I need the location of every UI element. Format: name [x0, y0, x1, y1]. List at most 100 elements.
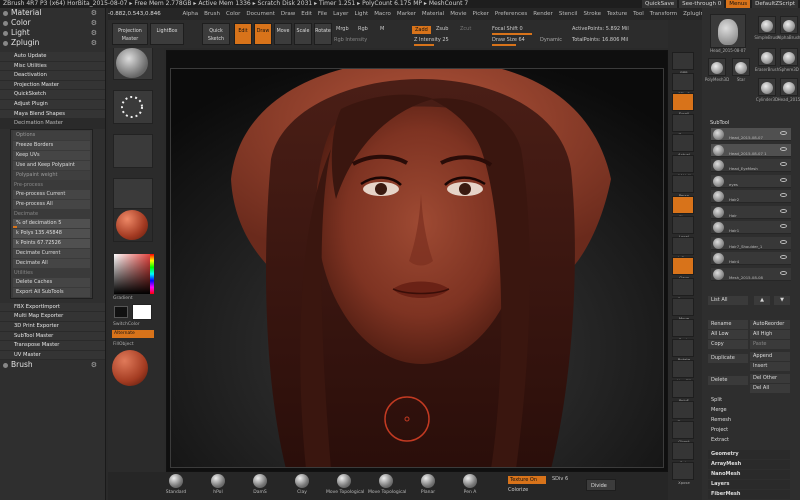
menu-document[interactable]: Document: [246, 11, 275, 17]
subtool-row[interactable]: Head_2015-08-07 1: [711, 143, 791, 157]
tool-slot[interactable]: [780, 48, 798, 66]
m-toggle[interactable]: M: [380, 26, 384, 32]
view-button-zoom[interactable]: Zoom: [672, 113, 694, 137]
view-button-local[interactable]: Local: [672, 216, 694, 239]
palette-header-light[interactable]: Light ⚙: [0, 28, 105, 38]
pct-decimation-slider[interactable]: % of decimation 5: [13, 218, 90, 228]
tool-slot[interactable]: [732, 58, 750, 76]
view-button-actual[interactable]: Actual: [672, 134, 694, 157]
palette-header-material[interactable]: Material ⚙: [0, 8, 105, 18]
texture-on-button[interactable]: Texture On: [508, 476, 546, 484]
gear-icon[interactable]: ⚙: [91, 360, 97, 370]
subpalette-nanomesh[interactable]: NanoMesh: [708, 470, 790, 479]
subpalette-geometry[interactable]: Geometry: [708, 450, 790, 459]
menu-file[interactable]: File: [318, 11, 327, 17]
brush-thumbnail[interactable]: [116, 48, 148, 78]
view-button-rotate[interactable]: Rotate: [672, 339, 694, 362]
menu-movie[interactable]: Movie: [450, 11, 466, 17]
decimation-option[interactable]: Use and Keep Polypaint: [13, 160, 90, 170]
subpalette-arraymesh[interactable]: ArrayMesh: [708, 460, 790, 469]
brush-slot[interactable]: Clay: [284, 474, 320, 495]
plugin-button[interactable]: SubTool Master: [0, 331, 105, 342]
view-button-aahalf[interactable]: AAHalf: [672, 154, 694, 178]
draw-button[interactable]: Draw: [254, 23, 272, 45]
view-button-ghost[interactable]: Ghost: [672, 421, 694, 444]
menu-layer[interactable]: Layer: [333, 11, 348, 17]
fill-object-label[interactable]: FillObject: [113, 342, 153, 347]
visibility-eye-icon[interactable]: [780, 131, 787, 135]
view-button-polyf[interactable]: PolyF: [672, 380, 694, 403]
brush-slot[interactable]: Move Topological: [326, 474, 364, 495]
split-button[interactable]: Split: [708, 396, 790, 405]
rgb-toggle[interactable]: Rgb: [358, 26, 368, 32]
lightbox-button[interactable]: LightBox: [150, 23, 184, 45]
default-script-button[interactable]: DefaultZScript: [752, 0, 798, 8]
subtool-header[interactable]: SubTool: [710, 120, 729, 126]
dynamic-toggle[interactable]: Dynamic: [540, 37, 562, 43]
divide-button[interactable]: Divide: [586, 479, 616, 491]
brush-slot[interactable]: Pen A: [452, 474, 488, 495]
tool-slot[interactable]: [780, 78, 798, 96]
gear-icon[interactable]: ⚙: [91, 8, 97, 18]
view-button-line-fill[interactable]: Line Fill: [672, 359, 694, 383]
decimation-master-header[interactable]: Decimation Master: [0, 119, 105, 129]
del-all-button[interactable]: Del All: [750, 384, 790, 393]
menu-alpha[interactable]: Alpha: [182, 11, 198, 17]
menu-brush[interactable]: Brush: [204, 11, 220, 17]
visibility-eye-icon[interactable]: [780, 177, 787, 182]
see-through-slider[interactable]: See-through 0: [679, 0, 725, 8]
subtool-row[interactable]: Head_EyeMesh: [711, 159, 791, 172]
decimation-option[interactable]: Freeze Borders: [13, 140, 90, 150]
plugin-button[interactable]: Misc Utilities: [0, 61, 105, 72]
rename-button[interactable]: Rename: [708, 320, 748, 329]
visibility-eye-icon[interactable]: [780, 208, 787, 213]
view-button-floor[interactable]: Floor: [672, 195, 694, 219]
menu-stencil[interactable]: Stencil: [559, 11, 578, 17]
view-button-gxyz[interactable]: Gxyz: [672, 257, 694, 280]
brush-slot[interactable]: Planar: [410, 474, 446, 495]
arrow-up-icon[interactable]: ▲: [754, 296, 770, 305]
stroke-thumbnail[interactable]: [116, 92, 148, 122]
delete-button[interactable]: Delete: [708, 376, 748, 385]
project-button[interactable]: Project: [708, 426, 790, 435]
menu-stroke[interactable]: Stroke: [583, 11, 601, 17]
subtool-row[interactable]: Hair2: [711, 190, 791, 203]
delete-caches-button[interactable]: Delete Caches: [13, 277, 90, 287]
plugin-button[interactable]: 3D Print Exporter: [0, 321, 105, 332]
brush-slot[interactable]: Standard: [158, 474, 194, 495]
del-other-button[interactable]: Del Other: [750, 374, 790, 383]
plugin-button[interactable]: Adjust Plugin: [0, 99, 105, 110]
draw-size-slider[interactable]: Draw Size 64: [492, 37, 525, 43]
menu-zplugin[interactable]: Zplugin: [683, 11, 704, 17]
focal-shift-slider[interactable]: Focal Shift 0: [492, 26, 523, 32]
menu-render[interactable]: Render: [533, 11, 553, 17]
extract-button[interactable]: Extract: [708, 436, 790, 445]
rotate-button[interactable]: Rotate: [314, 23, 332, 45]
subpalette-fibermesh[interactable]: FiberMesh: [708, 490, 790, 499]
rgb-intensity-slider[interactable]: Rgb Intensity: [334, 37, 367, 43]
menu-marker[interactable]: Marker: [397, 11, 416, 17]
secondary-color-swatch[interactable]: [114, 306, 128, 318]
zcut-toggle[interactable]: Zcut: [460, 26, 471, 32]
append-button[interactable]: Append: [750, 352, 790, 361]
sdiv-slider[interactable]: SDiv 6: [552, 476, 568, 482]
edit-button[interactable]: Edit: [234, 23, 252, 45]
visibility-eye-icon[interactable]: [780, 224, 787, 228]
zadd-toggle[interactable]: Zadd: [412, 26, 431, 34]
preprocess-current-button[interactable]: Pre-process Current: [13, 189, 90, 199]
plugin-button[interactable]: Maya Blend Shapes: [0, 109, 105, 120]
plugin-button[interactable]: Multi Map Exporter: [0, 312, 105, 322]
merge-button[interactable]: Merge: [708, 406, 790, 415]
switch-color-label[interactable]: SwitchColor: [113, 322, 153, 327]
subpalette-layers[interactable]: Layers: [708, 480, 790, 489]
auto-reorder-button[interactable]: AutoReorder: [750, 320, 790, 329]
gear-icon[interactable]: ⚙: [91, 18, 97, 28]
visibility-eye-icon[interactable]: [780, 270, 787, 275]
gear-icon[interactable]: ⚙: [91, 28, 97, 38]
view-button-spix-3[interactable]: SPix 3: [672, 72, 694, 96]
subtool-row[interactable]: eyes: [711, 174, 791, 188]
projection-master-button[interactable]: Projection Master: [112, 23, 148, 45]
subtool-row[interactable]: Hair7_Shoulder_1: [711, 236, 791, 250]
all-high-button[interactable]: All High: [750, 330, 790, 339]
view-button-scroll[interactable]: Scroll: [672, 93, 694, 116]
